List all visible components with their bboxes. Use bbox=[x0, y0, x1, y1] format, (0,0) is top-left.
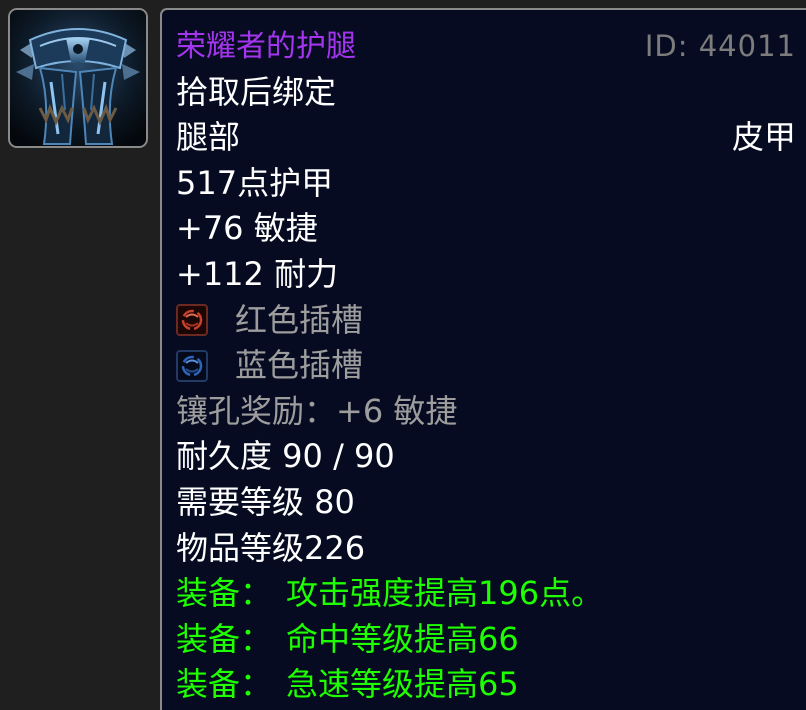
required-level: 需要等级 80 bbox=[176, 482, 355, 521]
armor-type-text: 皮甲 bbox=[731, 118, 796, 157]
equip-effect-text: 命中等级提高66 bbox=[286, 619, 519, 658]
socket-row-red: 红色插槽 bbox=[176, 298, 796, 344]
equip-prefix: 装备： bbox=[176, 619, 273, 658]
item-id: ID: 44011 bbox=[644, 29, 796, 63]
equip-prefix: 装备： bbox=[176, 665, 273, 704]
equip-effect-row: 装备： 急速等级提高65 bbox=[176, 662, 796, 708]
red-socket-icon bbox=[176, 304, 208, 337]
socket-label-blue: 蓝色插槽 bbox=[235, 346, 364, 385]
binding-text: 拾取后绑定 bbox=[176, 72, 337, 111]
stat-agility: +76 敏捷 bbox=[176, 209, 318, 248]
socket-bonus: 镶孔奖励：+6 敏捷 bbox=[176, 391, 458, 430]
equip-effect-text: 攻击强度提高196点。 bbox=[286, 574, 604, 613]
item-icon-frame bbox=[8, 8, 148, 148]
durability-text: 耐久度 90 / 90 bbox=[176, 437, 395, 476]
slot-text: 腿部 bbox=[176, 118, 241, 157]
item-level: 物品等级226 bbox=[176, 528, 366, 567]
armor-value: 517点护甲 bbox=[176, 163, 334, 202]
equip-prefix: 装备： bbox=[176, 574, 273, 613]
item-tooltip: 荣耀者的护腿 ID: 44011 拾取后绑定 腿部 皮甲 517点护甲 +76 … bbox=[160, 8, 806, 710]
slot-row: 腿部 皮甲 bbox=[176, 115, 796, 161]
item-name: 荣耀者的护腿 bbox=[176, 29, 356, 64]
stat-stamina: +112 耐力 bbox=[176, 254, 339, 293]
equip-effect-row: 装备： 攻击强度提高196点。 bbox=[176, 571, 796, 617]
equip-effect-row: 装备： 命中等级提高66 bbox=[176, 617, 796, 663]
equip-effect-text: 急速等级提高65 bbox=[286, 665, 519, 704]
socket-row-blue: 蓝色插槽 bbox=[176, 343, 796, 389]
tooltip-header: 荣耀者的护腿 ID: 44011 bbox=[176, 24, 796, 70]
leggings-icon bbox=[10, 10, 146, 146]
socket-label-red: 红色插槽 bbox=[235, 300, 364, 339]
blue-socket-icon bbox=[176, 349, 208, 382]
